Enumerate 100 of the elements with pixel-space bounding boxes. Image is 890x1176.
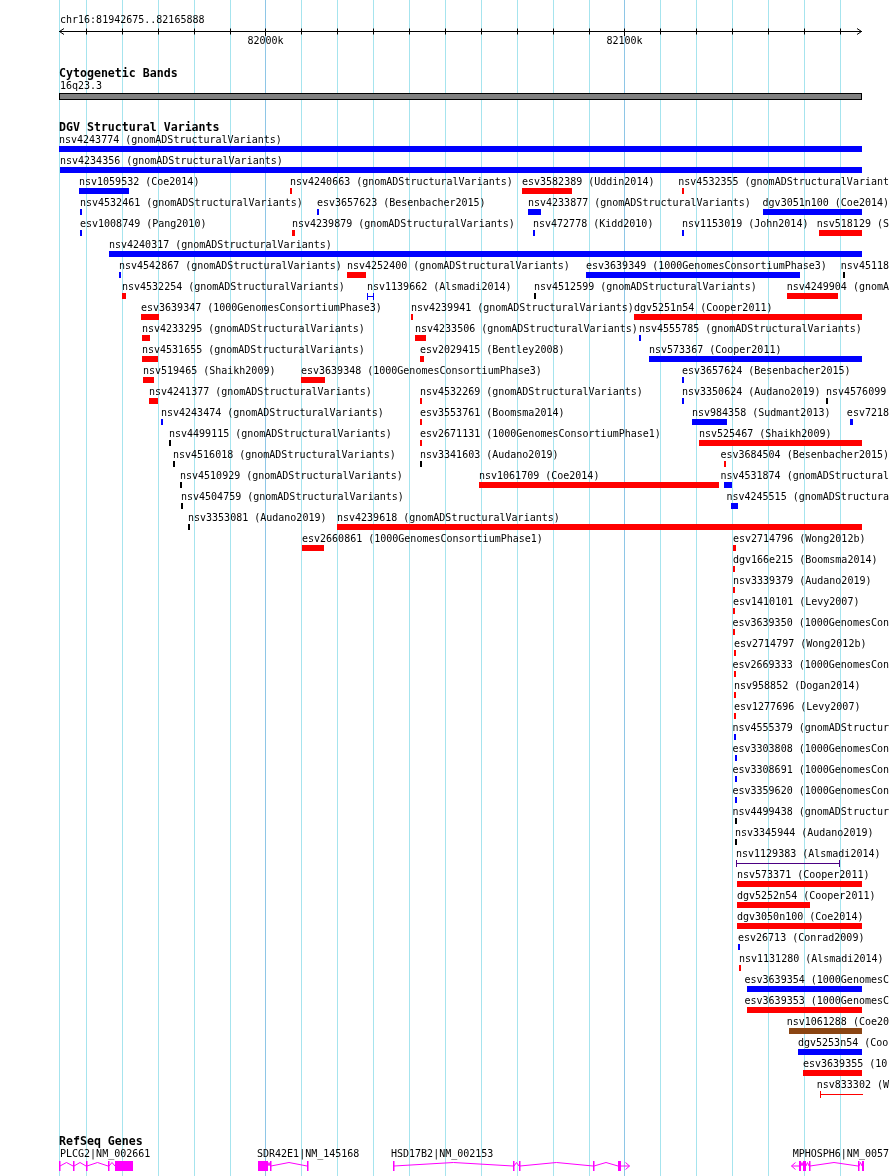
- variant-label: nsv573367 (Cooper2011): [649, 344, 782, 356]
- variant-bar[interactable]: [337, 524, 862, 530]
- variant-label: esv3639347 (1000GenomesConsortiumPhase3): [141, 302, 382, 314]
- variant-label: nsv4510929 (gnomADStructuralVariants): [180, 470, 403, 482]
- variant-bar[interactable]: [420, 356, 424, 362]
- variant-label: dgv5253n54 (Coo: [798, 1037, 889, 1049]
- variant-label: esv1410101 (Levy2007): [733, 596, 860, 608]
- variant-bar[interactable]: [142, 356, 158, 362]
- variant-bar[interactable]: [699, 440, 862, 446]
- variant-label: esv3639353 (1000GenomesC: [744, 995, 889, 1007]
- variant-label: esv2671131 (1000GenomesConsortiumPhase1): [420, 428, 661, 440]
- variant-label: nsv4233295 (gnomADStructuralVariants): [142, 323, 365, 335]
- variant-bar[interactable]: [789, 1028, 862, 1034]
- variant-label: esv1277696 (Levy2007): [734, 701, 861, 713]
- variant-bar[interactable]: [301, 377, 325, 383]
- variant-label: esv3639349 (1000GenomesConsortiumPhase3): [586, 260, 827, 272]
- variant-label: nsv1139662 (Alsmadi2014): [367, 281, 512, 293]
- variant-bar[interactable]: [737, 881, 862, 887]
- variant-bar[interactable]: [747, 1007, 862, 1013]
- variant-label: nsv4532461 (gnomADStructuralVariants): [80, 197, 303, 209]
- variant-label: dgv5251n54 (Cooper2011): [634, 302, 773, 314]
- variant-bar[interactable]: [109, 251, 862, 257]
- variant-label: esv2669333 (1000GenomesCon: [732, 659, 889, 671]
- gene-model-drawing[interactable]: [59, 1159, 134, 1172]
- variant-label: nsv4532254 (gnomADStructuralVariants): [122, 281, 345, 293]
- variant-label: nsv525467 (Shaikh2009): [699, 428, 832, 440]
- variant-label: nsv4240317 (gnomADStructuralVariants): [109, 239, 332, 251]
- gene-model-drawing[interactable]: [791, 1159, 865, 1172]
- variant-bar[interactable]: [149, 398, 158, 404]
- variant-label: esv3639354 (1000GenomesC: [744, 974, 889, 986]
- variant-bar[interactable]: [347, 272, 366, 278]
- variant-bar[interactable]: [143, 377, 154, 383]
- variant-label: esv26713 (Conrad2009): [738, 932, 865, 944]
- variant-label: nsv45118: [840, 260, 889, 272]
- variant-bar[interactable]: [737, 902, 810, 908]
- variant-bar[interactable]: [79, 188, 129, 194]
- variant-bar[interactable]: [479, 482, 719, 488]
- variant-bar[interactable]: [747, 986, 862, 992]
- variant-label: esv2714797 (Wong2012b): [734, 638, 867, 650]
- variant-bar[interactable]: [692, 419, 727, 425]
- variant-bar[interactable]: [634, 314, 862, 320]
- variant-label: nsv3341603 (Audano2019): [420, 449, 559, 461]
- variant-label: esv3657624 (Besenbacher2015): [682, 365, 851, 377]
- variant-bar[interactable]: [733, 545, 736, 551]
- variant-label: nsv4241377 (gnomADStructuralVariants): [149, 386, 372, 398]
- variant-label: nsv3339379 (Audano2019): [733, 575, 872, 587]
- variant-bar[interactable]: [415, 335, 426, 341]
- variant-label: nsv4233877 (gnomADStructuralVariants): [528, 197, 751, 209]
- variant-bar[interactable]: [60, 167, 862, 173]
- variant-bar[interactable]: [142, 335, 150, 341]
- variant-label: esv3657623 (Besenbacher2015): [317, 197, 486, 209]
- variant-label: nsv4234356 (gnomADStructuralVariants): [60, 155, 283, 167]
- region-label: chr16:81942675..82165888: [60, 14, 205, 26]
- variant-label: nsv519465 (Shaikh2009): [143, 365, 276, 377]
- variant-bar[interactable]: [528, 209, 541, 215]
- variant-bar[interactable]: [586, 272, 800, 278]
- variant-bar[interactable]: [522, 188, 572, 194]
- variant-bar[interactable]: [850, 419, 853, 425]
- variant-label: nsv4240663 (gnomADStructuralVariants): [290, 176, 513, 188]
- gene-label: PLCG2|NM_002661: [60, 1147, 151, 1160]
- variant-bar[interactable]: [649, 356, 862, 362]
- variant-label: esv7218: [846, 407, 889, 419]
- variant-bar[interactable]: [292, 230, 295, 236]
- variant-label: nsv833302 (W: [816, 1079, 889, 1091]
- variant-bar[interactable]: [819, 230, 862, 236]
- variant-label: nsv4239941 (gnomADStructuralVariants): [411, 302, 634, 314]
- variant-label: nsv4542867 (gnomADStructuralVariants): [119, 260, 342, 272]
- gene-model-drawing[interactable]: [393, 1159, 630, 1172]
- gene-model-drawing[interactable]: [258, 1159, 309, 1172]
- variant-label: esv2714796 (Wong2012b): [733, 533, 866, 545]
- variant-label: esv3684504 (Besenbacher2015): [720, 449, 889, 461]
- variant-label: nsv3353081 (Audano2019): [188, 512, 327, 524]
- variant-label: dgv166e215 (Boomsma2014): [733, 554, 878, 566]
- gene-label: SDR42E1|NM_145168: [257, 1147, 360, 1160]
- variant-label: nsv4252400 (gnomADStructuralVariants): [347, 260, 570, 272]
- variant-bar[interactable]: [302, 545, 324, 551]
- variant-bar[interactable]: [141, 314, 159, 320]
- variant-label: esv3303808 (1000GenomesCon: [732, 743, 889, 755]
- variant-label: nsv4243474 (gnomADStructuralVariants): [161, 407, 384, 419]
- variant-label: esv2660861 (1000GenomesConsortiumPhase1): [302, 533, 543, 545]
- variant-range-line[interactable]: [367, 293, 374, 300]
- variant-label: esv3639348 (1000GenomesConsortiumPhase3): [301, 365, 542, 377]
- variant-bar[interactable]: [787, 293, 838, 299]
- variant-bar[interactable]: [737, 923, 862, 929]
- variant-bar[interactable]: [763, 209, 862, 215]
- variant-label: nsv4504759 (gnomADStructuralVariants): [181, 491, 404, 503]
- variant-bar[interactable]: [724, 482, 732, 488]
- variant-bar[interactable]: [122, 293, 126, 299]
- variant-label: dgv3050n100 (Coe2014): [737, 911, 864, 923]
- variant-range-line[interactable]: [736, 860, 840, 867]
- variant-label: dgv3051n100 (Coe2014): [762, 197, 889, 209]
- variant-label: nsv4531874 (gnomADStructural: [720, 470, 889, 482]
- variant-bar[interactable]: [803, 1070, 862, 1076]
- variant-label: nsv1129383 (Alsmadi2014): [736, 848, 881, 860]
- variant-bar[interactable]: [798, 1049, 862, 1055]
- variant-bar[interactable]: [731, 503, 738, 509]
- variant-label: nsv984358 (Sudmant2013): [692, 407, 831, 419]
- variant-label: nsv4532269 (gnomADStructuralVariants): [420, 386, 643, 398]
- variant-bar[interactable]: [59, 146, 862, 152]
- variant-label: nsv4576099: [826, 386, 887, 398]
